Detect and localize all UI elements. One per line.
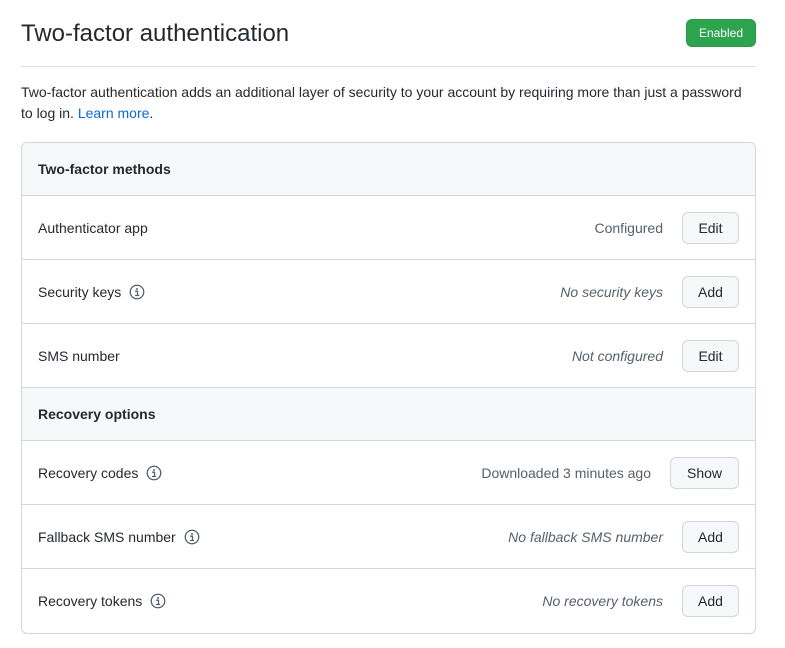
row-fallback-sms-number: Fallback SMS number No fallback SMS numb…	[22, 505, 755, 569]
row-label: Authenticator app	[38, 220, 595, 236]
authenticator-app-label: Authenticator app	[38, 219, 148, 236]
recovery-options-heading: Recovery options	[22, 388, 755, 441]
authenticator-app-status: Configured	[594, 219, 664, 236]
authenticator-app-edit-button[interactable]: Edit	[682, 211, 739, 244]
page-title: Two-factor authentication	[21, 20, 290, 47]
row-label: Security keys	[38, 284, 560, 300]
description-end: .	[149, 105, 154, 121]
sms-number-status: Not configured	[571, 347, 663, 364]
recovery-codes-show-button[interactable]: Show	[670, 456, 739, 489]
sms-number-label: SMS number	[38, 347, 120, 364]
security-keys-info-icon[interactable]	[129, 284, 145, 300]
page-description: Two-factor authentication adds an additi…	[21, 82, 756, 124]
fallback-sms-number-add-button[interactable]: Add	[682, 520, 739, 553]
security-keys-status: No security keys	[560, 283, 663, 300]
security-keys-add-button[interactable]: Add	[682, 275, 739, 308]
row-recovery-tokens: Recovery tokens No recovery tokens Add	[22, 569, 755, 633]
row-label: Fallback SMS number	[38, 529, 508, 545]
two-factor-box: Two-factor methods Authenticator app Con…	[21, 142, 756, 634]
security-keys-label: Security keys	[38, 283, 122, 300]
learn-more-link[interactable]: Learn more	[78, 105, 150, 121]
row-security-keys: Security keys No security keys Add	[22, 260, 755, 324]
two-factor-settings-page: Two-factor authentication Enabled Two-fa…	[21, 0, 756, 634]
fallback-sms-number-status: No fallback SMS number	[508, 528, 663, 545]
row-authenticator-app: Authenticator app Configured Edit	[22, 196, 755, 260]
two-factor-methods-heading: Two-factor methods	[22, 143, 755, 196]
row-sms-number: SMS number Not configured Edit	[22, 324, 755, 388]
recovery-tokens-info-icon[interactable]	[150, 593, 166, 609]
recovery-tokens-label: Recovery tokens	[38, 593, 143, 609]
fallback-sms-number-label: Fallback SMS number	[38, 528, 176, 545]
status-badge: Enabled	[685, 19, 756, 47]
recovery-codes-info-icon[interactable]	[146, 465, 162, 481]
sms-number-edit-button[interactable]: Edit	[682, 339, 739, 372]
fallback-sms-info-icon[interactable]	[184, 529, 200, 545]
recovery-tokens-status: No recovery tokens	[542, 593, 663, 609]
row-recovery-codes: Recovery codes Downloaded 3 minutes ago …	[22, 441, 755, 505]
row-label: SMS number	[38, 348, 572, 364]
recovery-codes-label: Recovery codes	[38, 464, 139, 481]
recovery-codes-status: Downloaded 3 minutes ago	[481, 464, 651, 481]
row-label: Recovery codes	[38, 465, 481, 481]
recovery-tokens-add-button[interactable]: Add	[682, 585, 739, 617]
page-header: Two-factor authentication Enabled	[21, 0, 756, 67]
row-label: Recovery tokens	[38, 593, 542, 609]
